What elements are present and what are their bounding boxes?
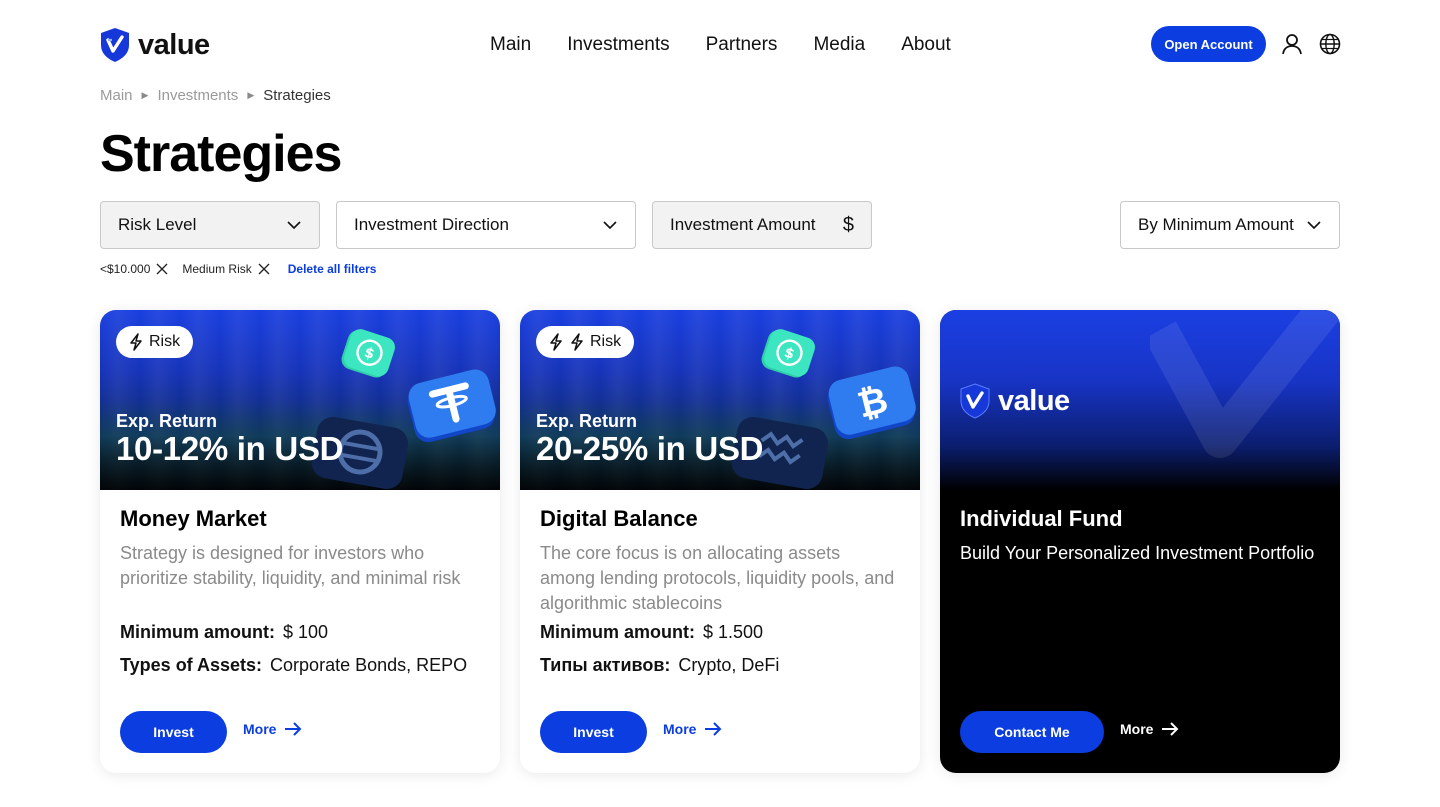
- shield-logo-icon: [101, 28, 129, 62]
- sort-label: By Minimum Amount: [1138, 215, 1294, 234]
- investment-amount-label: Investment Amount: [670, 215, 816, 234]
- breadcrumb-current: Strategies: [263, 87, 331, 104]
- breadcrumb-main[interactable]: Main: [100, 87, 133, 104]
- card-description: The core focus is on allocating assets a…: [540, 543, 895, 613]
- card-banner: $ Risk Exp. Return 10-12% in USD: [100, 310, 500, 490]
- minimum-amount-label: Minimum amount:: [540, 622, 695, 642]
- lightning-icon: [550, 333, 562, 351]
- contact-me-button[interactable]: Contact Me: [960, 711, 1104, 753]
- card-title: Money Market: [120, 506, 267, 531]
- investment-direction-label: Investment Direction: [354, 215, 509, 234]
- risk-badge: Risk: [536, 326, 635, 358]
- more-label: More: [663, 721, 697, 737]
- asset-types: Types of Assets: Corporate Bonds, REPO: [120, 655, 467, 676]
- card-title: Individual Fund: [960, 506, 1123, 531]
- open-account-button[interactable]: Open Account: [1151, 26, 1266, 62]
- minimum-amount: Minimum amount: $ 100: [120, 622, 328, 643]
- filter-chip-label: <$10.000: [100, 262, 151, 276]
- brand-logo: value: [960, 383, 1070, 419]
- brand-name: value: [998, 384, 1070, 417]
- minimum-amount: Minimum amount: $ 1.500: [540, 622, 763, 643]
- asset-types-value: Corporate Bonds, REPO: [270, 655, 468, 675]
- risk-label: Risk: [590, 333, 622, 350]
- minimum-amount-value: $ 1.500: [703, 622, 764, 642]
- arrow-right-icon: [1162, 722, 1179, 736]
- background-v-shape-icon: [1150, 310, 1340, 458]
- close-icon[interactable]: [258, 263, 270, 275]
- minimum-amount-value: $ 100: [283, 622, 329, 642]
- usdc-coin-icon: $: [341, 329, 395, 378]
- dollar-icon: $: [842, 213, 854, 236]
- asset-types-label: Types of Assets:: [120, 655, 263, 675]
- breadcrumb-investments[interactable]: Investments: [157, 87, 238, 104]
- more-label: More: [243, 721, 277, 737]
- card-banner: value: [940, 310, 1340, 490]
- arrow-right-icon: [285, 722, 302, 736]
- more-link[interactable]: More: [243, 721, 302, 737]
- active-filters: <$10.000 Medium Risk Delete all filters: [100, 262, 376, 276]
- chevron-down-icon: [603, 221, 617, 230]
- brand-logo[interactable]: value: [100, 27, 210, 63]
- individual-fund-card: value Individual Fund Build Your Persona…: [940, 310, 1340, 773]
- expected-return-label: Exp. Return: [116, 411, 218, 431]
- lightning-icon: [571, 333, 583, 351]
- strategy-card-money-market: $ Risk Exp. Return 10-12% in USD Money M…: [100, 310, 500, 773]
- card-banner: $ ₿ Risk Exp. Return 20-25% in USD: [520, 310, 920, 490]
- nav-main[interactable]: Main: [490, 34, 531, 56]
- risk-level-dropdown[interactable]: Risk Level: [100, 201, 320, 249]
- minimum-amount-label: Minimum amount:: [120, 622, 275, 642]
- more-label: More: [1120, 721, 1154, 737]
- asset-types-value: Crypto, DeFi: [678, 655, 780, 675]
- arrow-right-icon: [705, 722, 722, 736]
- lightning-icon: [130, 333, 142, 351]
- main-nav: Main Investments Partners Media About: [490, 34, 951, 56]
- asset-types-label: Типы активов:: [540, 655, 671, 675]
- more-link[interactable]: More: [1120, 721, 1179, 737]
- brand-name: value: [138, 28, 210, 61]
- chevron-down-icon: [287, 221, 301, 230]
- nav-investments[interactable]: Investments: [567, 34, 669, 56]
- card-title: Digital Balance: [540, 506, 698, 531]
- usdc-coin-icon: $: [761, 329, 815, 378]
- chevron-down-icon: [1307, 221, 1321, 230]
- filter-chip-risk: Medium Risk: [182, 262, 270, 276]
- breadcrumb: Main ▶ Investments ▶ Strategies: [100, 87, 331, 104]
- shield-logo-icon: [960, 383, 990, 419]
- investment-direction-dropdown[interactable]: Investment Direction: [336, 201, 636, 249]
- nav-partners[interactable]: Partners: [706, 34, 778, 56]
- delete-all-filters-link[interactable]: Delete all filters: [288, 262, 377, 276]
- risk-level-label: Risk Level: [118, 215, 197, 234]
- site-header: value Main Investments Partners Media Ab…: [100, 26, 1341, 64]
- risk-label: Risk: [149, 333, 181, 350]
- sort-dropdown[interactable]: By Minimum Amount: [1120, 201, 1340, 249]
- risk-badge: Risk: [116, 326, 194, 358]
- invest-button[interactable]: Invest: [120, 711, 227, 753]
- expected-return-value: 10-12% in USD: [116, 430, 344, 467]
- page-title: Strategies: [100, 125, 342, 183]
- expected-return-label: Exp. Return: [536, 411, 638, 431]
- card-description: Strategy is designed for investors who p…: [120, 543, 461, 588]
- close-icon[interactable]: [156, 263, 168, 275]
- asset-types: Типы активов: Crypto, DeFi: [540, 655, 779, 676]
- expected-return-value: 20-25% in USD: [536, 430, 764, 467]
- filter-chip-label: Medium Risk: [182, 262, 252, 276]
- invest-button[interactable]: Invest: [540, 711, 647, 753]
- filter-chip-amount: <$10.000: [100, 262, 168, 276]
- strategy-card-digital-balance: $ ₿ Risk Exp. Return 20-25% in USD Digit…: [520, 310, 920, 773]
- investment-amount-input[interactable]: Investment Amount $: [652, 201, 872, 249]
- breadcrumb-separator-icon: ▶: [247, 90, 255, 100]
- nav-about[interactable]: About: [901, 34, 951, 56]
- breadcrumb-separator-icon: ▶: [141, 90, 149, 100]
- more-link[interactable]: More: [663, 721, 722, 737]
- user-icon[interactable]: [1281, 33, 1303, 55]
- globe-icon[interactable]: [1319, 33, 1341, 55]
- nav-media[interactable]: Media: [813, 34, 865, 56]
- card-description: Build Your Personalized Investment Portf…: [960, 543, 1315, 563]
